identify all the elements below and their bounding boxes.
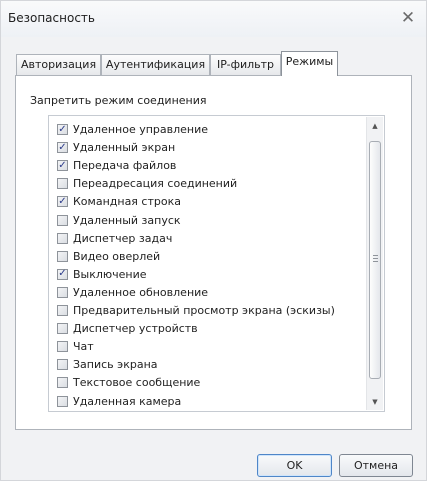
mode-checkbox[interactable] [57, 232, 68, 244]
title-bar: Безопасность ✕ [1, 1, 426, 37]
close-icon: ✕ [400, 7, 416, 28]
mode-checkbox[interactable] [57, 305, 68, 316]
grip-line [373, 258, 378, 259]
mode-list-item[interactable]: Видео оверлей [57, 248, 160, 265]
mode-checkbox[interactable]: ✓ [57, 268, 68, 280]
checkmark-icon: ✓ [58, 141, 67, 153]
mode-label: Удаленный экран [73, 141, 176, 155]
mode-list-item[interactable]: Запись экрана [57, 356, 158, 373]
mode-checkbox[interactable] [57, 395, 68, 407]
tab-authorization[interactable]: Авторизация [16, 54, 101, 75]
tab-ip-filter[interactable]: IP-фильтр [210, 54, 281, 75]
mode-checkbox[interactable]: ✓ [57, 159, 68, 172]
modes-group-label: Запретить режим соединения [30, 94, 207, 107]
mode-label: Видео оверлей [73, 249, 161, 263]
checkmark-icon: ✓ [58, 268, 67, 280]
mode-label: Передача файлов [73, 159, 177, 173]
scroll-thumb[interactable] [369, 141, 381, 379]
mode-list-item[interactable]: Текстовое сообщение [57, 374, 200, 391]
mode-checkbox[interactable] [57, 178, 68, 190]
mode-label: Запись экрана [73, 358, 158, 372]
scroll-down-button[interactable]: ▼ [367, 393, 383, 410]
mode-label: Текстовое сообщение [73, 376, 201, 390]
mode-list-item[interactable]: Удаленное обновление [57, 284, 208, 301]
mode-list-item[interactable]: Предварительный просмотр экрана (эскизы) [57, 302, 335, 319]
scroll-up-button[interactable]: ▲ [367, 117, 383, 134]
mode-list-item[interactable]: ✓ Удаленный экран [57, 139, 175, 156]
mode-label: Удаленное управление [73, 123, 209, 136]
mode-list-item[interactable]: Диспетчер задач [57, 230, 172, 247]
mode-list-item[interactable]: ✓ Передача файлов [57, 157, 176, 174]
checkmark-icon: ✓ [58, 123, 67, 135]
mode-checkbox[interactable] [57, 359, 68, 371]
mode-label: Диспетчер задач [73, 231, 173, 245]
mode-label: Удаленный запуск [73, 213, 181, 227]
mode-list-item[interactable]: ✓ Командная строка [57, 193, 181, 210]
mode-label: Удаленная камера [73, 394, 182, 408]
mode-label: Диспетчер устройств [73, 322, 198, 336]
mode-label: Чат [73, 340, 94, 354]
mode-label: Переадресация соединений [73, 177, 238, 191]
mode-checkbox[interactable] [57, 286, 68, 298]
ok-button[interactable]: OK [257, 454, 332, 477]
cancel-button[interactable]: Отмена [339, 454, 413, 477]
mode-label: Выключение [73, 267, 147, 281]
mode-checkbox[interactable]: ✓ [57, 195, 68, 208]
mode-list-item[interactable]: Диспетчер устройств [57, 320, 198, 337]
mode-list-item[interactable]: Удаленный запуск [57, 212, 181, 229]
mode-list-item[interactable]: Чат [57, 338, 94, 355]
tab-authentication[interactable]: Аутентификация [101, 54, 210, 75]
tab-modes[interactable]: Режимы [281, 51, 338, 76]
dialog-title: Безопасность [8, 11, 95, 25]
mode-checkbox[interactable]: ✓ [57, 141, 68, 154]
vertical-scrollbar[interactable]: ▲ ▼ [366, 117, 383, 410]
mode-label: Удаленное обновление [73, 285, 209, 299]
grip-line [373, 261, 378, 262]
chevron-down-icon: ▼ [372, 397, 378, 406]
mode-label: Предварительный просмотр экрана (эскизы) [73, 304, 335, 317]
mode-checkbox[interactable] [57, 341, 68, 353]
mode-list-item[interactable]: Переадресация соединений [57, 175, 237, 192]
security-dialog: Безопасность ✕ Авторизация Аутентификаци… [0, 0, 427, 481]
mode-label: Командная строка [73, 195, 181, 209]
mode-checkbox[interactable]: ✓ [57, 124, 68, 135]
mode-checkbox[interactable] [57, 323, 68, 335]
mode-checkbox[interactable] [57, 377, 68, 389]
mode-checkbox[interactable] [57, 214, 68, 226]
grip-line [373, 255, 378, 256]
checkmark-icon: ✓ [58, 195, 67, 207]
mode-list-item[interactable]: Удаленная камера [57, 393, 181, 410]
mode-list-item[interactable]: ✓ Удаленное управление [57, 121, 208, 138]
checkmark-icon: ✓ [58, 159, 67, 171]
close-button[interactable]: ✕ [397, 9, 419, 27]
mode-list-item[interactable]: ✓ Выключение [57, 266, 147, 283]
chevron-up-icon: ▲ [372, 121, 378, 130]
mode-checkbox[interactable] [57, 250, 68, 262]
connection-mode-list[interactable]: ▲ ▼ ✓ Удаленное управление ✓ Удаленный экра… [48, 115, 385, 412]
